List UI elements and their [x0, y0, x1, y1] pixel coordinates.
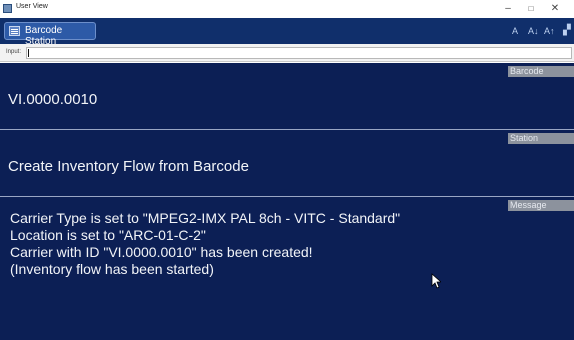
- barcode-tag: Barcode: [508, 66, 574, 77]
- close-button[interactable]: ✕: [544, 2, 566, 16]
- input-bar: Input:: [0, 44, 574, 62]
- message-line: Location is set to "ARC-01-C-2": [10, 227, 206, 243]
- station-section: Station Create Inventory Flow from Barco…: [0, 130, 574, 196]
- app-icon: [3, 4, 12, 13]
- barcode-section: Barcode VI.0000.0010: [0, 63, 574, 129]
- title-bar: User View – □ ✕: [0, 0, 574, 18]
- main-panel: Barcode VI.0000.0010 Station Create Inve…: [0, 63, 574, 340]
- message-text: Carrier Type is set to "MPEG2-IMX PAL 8c…: [10, 210, 400, 278]
- station-tag: Station: [508, 133, 574, 144]
- text-caret: [28, 49, 29, 57]
- minimize-button[interactable]: –: [497, 2, 519, 16]
- station-value: Create Inventory Flow from Barcode: [8, 158, 249, 175]
- font-small-icon[interactable]: A: [512, 25, 518, 37]
- window-title: User View: [16, 3, 48, 10]
- message-line: (Inventory flow has been started): [10, 261, 214, 277]
- message-section: Message Carrier Type is set to "MPEG2-IM…: [0, 197, 574, 340]
- font-increase-icon[interactable]: A↑: [544, 25, 555, 37]
- message-line: Carrier with ID "VI.0000.0010" has been …: [10, 244, 313, 260]
- barcode-station-icon: [9, 26, 20, 36]
- input-label: Input:: [6, 49, 22, 55]
- mouse-cursor-icon: [431, 273, 441, 289]
- font-decrease-icon[interactable]: A↓: [528, 25, 539, 37]
- input-field[interactable]: [26, 47, 572, 59]
- barcode-value: VI.0000.0010: [8, 91, 98, 108]
- settings-icon[interactable]: ▞: [563, 25, 571, 37]
- toolbar: Barcode Station A A↓ A↑ ▞: [0, 18, 574, 47]
- tab-barcode-station[interactable]: Barcode Station: [4, 22, 96, 47]
- message-tag: Message: [508, 200, 574, 211]
- message-line: Carrier Type is set to "MPEG2-IMX PAL 8c…: [10, 210, 401, 226]
- maximize-button[interactable]: □: [520, 2, 542, 16]
